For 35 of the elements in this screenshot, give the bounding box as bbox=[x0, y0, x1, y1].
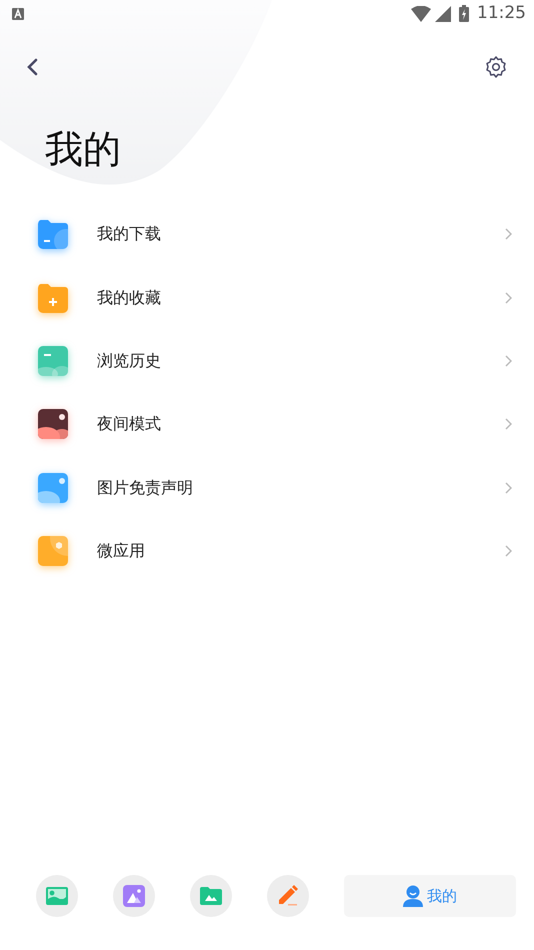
nav-tab[interactable] bbox=[190, 875, 232, 917]
battery-icon bbox=[459, 5, 469, 22]
menu-label: 我的下载 bbox=[97, 223, 162, 246]
page-title: 我的 bbox=[45, 127, 122, 173]
menu-item[interactable]: 我的下载 bbox=[0, 202, 534, 266]
pencil-icon bbox=[277, 885, 299, 907]
menu-item[interactable]: 微应用 bbox=[0, 520, 534, 583]
menu-label: 浏览历史 bbox=[97, 350, 162, 372]
menu-label: 我的收藏 bbox=[97, 286, 162, 309]
back-icon[interactable] bbox=[26, 58, 38, 76]
nav-tab[interactable] bbox=[36, 875, 78, 917]
chevron-icon bbox=[505, 292, 512, 304]
menu-item[interactable]: 夜间模式 bbox=[0, 392, 534, 456]
chevron-icon bbox=[505, 355, 512, 368]
wifi-icon bbox=[411, 6, 431, 22]
image-icon bbox=[46, 887, 68, 905]
nav-tab[interactable] bbox=[113, 875, 155, 917]
signal-icon bbox=[435, 6, 451, 22]
menu-item[interactable]: 图片免责声明 bbox=[0, 456, 534, 520]
folder-icon bbox=[200, 887, 222, 905]
menu-item[interactable]: 浏览历史 bbox=[0, 329, 534, 393]
menu-item[interactable]: 我的收藏 bbox=[0, 266, 534, 330]
settings-icon[interactable] bbox=[484, 55, 508, 79]
chevron-icon bbox=[505, 228, 512, 240]
menu-label: 夜间模式 bbox=[97, 413, 162, 436]
status-time: 11:25 bbox=[477, 2, 526, 25]
menu-label: 微应用 bbox=[97, 540, 146, 562]
user-icon bbox=[403, 885, 423, 907]
menu-label: 图片免责声明 bbox=[97, 476, 194, 499]
image-icon bbox=[123, 885, 145, 907]
chevron-icon bbox=[505, 418, 512, 430]
nav-tab[interactable] bbox=[267, 875, 309, 917]
chevron-icon bbox=[505, 482, 512, 494]
chevron-icon bbox=[505, 545, 512, 558]
notification-icon bbox=[12, 8, 24, 20]
